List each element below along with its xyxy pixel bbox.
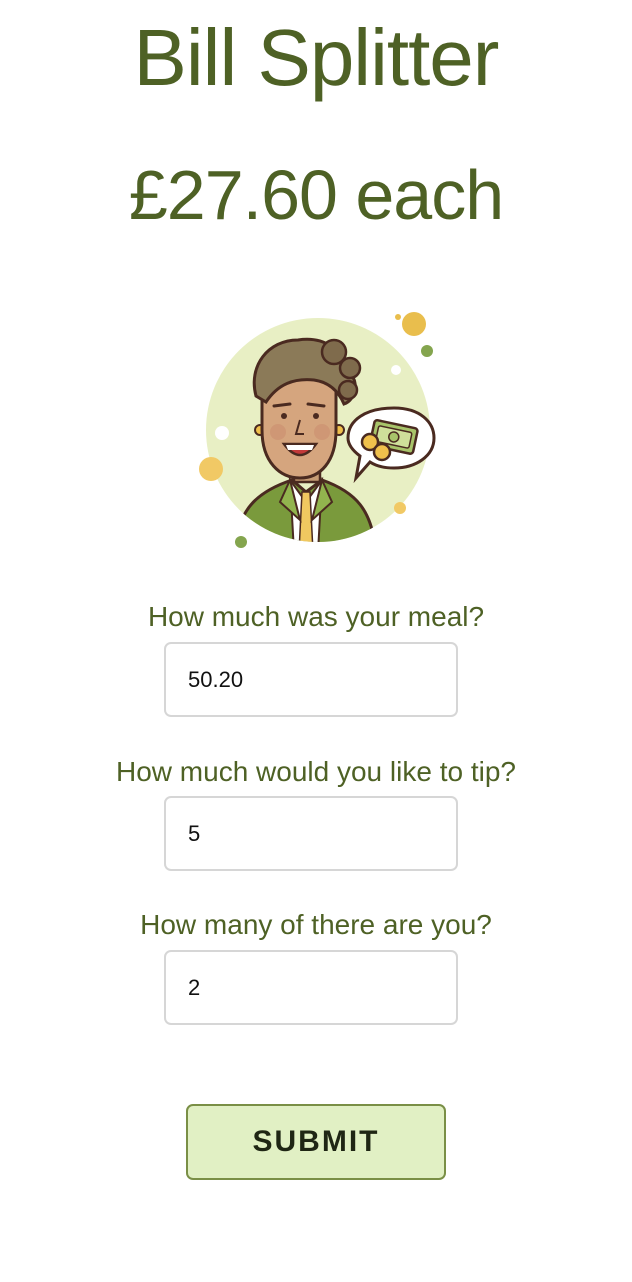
decor-dot	[391, 365, 401, 375]
decor-dot	[421, 345, 433, 357]
people-count-input[interactable]	[164, 950, 458, 1025]
meal-cost-input[interactable]	[164, 642, 458, 717]
per-person-result: £27.60 each	[128, 156, 504, 234]
person-with-money-illustration	[194, 306, 440, 552]
bill-splitter-page: Bill Splitter £27.60 each How much was y…	[0, 0, 632, 1282]
people-count-label: How many of there are you?	[140, 909, 492, 940]
tip-label: How much would you like to tip?	[116, 756, 516, 787]
decor-dot	[394, 502, 406, 514]
page-title: Bill Splitter	[133, 13, 500, 102]
tip-input[interactable]	[164, 796, 458, 871]
decor-dot	[199, 457, 223, 481]
meal-cost-label: How much was your meal?	[147, 601, 485, 632]
decor-dot	[215, 426, 229, 440]
submit-button[interactable]: SUBMIT	[186, 1104, 446, 1180]
decor-dot	[395, 314, 401, 320]
decor-dot	[402, 312, 426, 336]
decor-dot	[235, 536, 247, 548]
